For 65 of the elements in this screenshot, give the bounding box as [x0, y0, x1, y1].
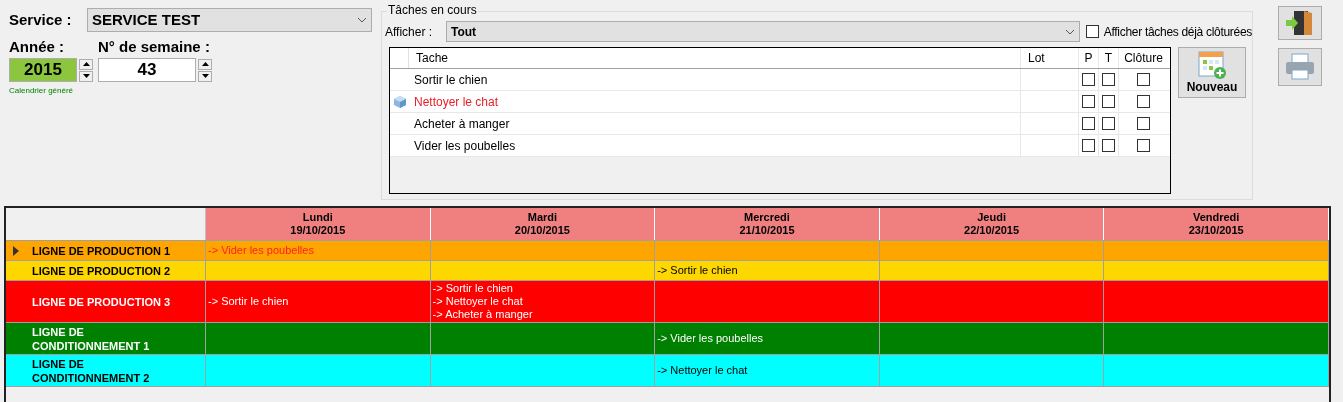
show-closed-label: Afficher tâches déjà clôturées	[1103, 23, 1252, 41]
column-header: T	[1098, 48, 1118, 68]
checkbox[interactable]	[1102, 139, 1115, 152]
task-cell-text: Acheter à manger	[413, 115, 511, 133]
row-label: LIGNE DE PRODUCTION 3	[31, 294, 172, 309]
week-field[interactable]: 43	[98, 58, 196, 82]
checkbox[interactable]	[1082, 95, 1095, 108]
new-button[interactable]: Nouveau	[1178, 47, 1246, 98]
filter-label: Afficher :	[385, 23, 434, 41]
chevron-down-icon	[1064, 28, 1075, 35]
row-label: LIGNE DE CONDITIONNEMENT 1	[31, 324, 151, 353]
status-text: Calendrier généré	[9, 85, 75, 97]
schedule-entry: -> Sortir le chien	[657, 264, 739, 277]
column-header: Clôture	[1118, 48, 1168, 68]
day-header: Vendredi 23/10/2015	[1104, 208, 1329, 240]
checkbox[interactable]	[1137, 73, 1150, 86]
schedule-entry: -> Sortir le chien	[432, 282, 514, 295]
show-closed-checkbox[interactable]	[1085, 25, 1099, 38]
day-header: Jeudi 22/10/2015	[879, 208, 1105, 240]
schedule-row[interactable]: LIGNE DE CONDITIONNEMENT 1 -> Vider les poubelles	[6, 322, 1329, 354]
printer-icon	[1284, 52, 1316, 82]
chevron-down-icon	[357, 17, 367, 23]
schedule-entry: -> Sortir le chien	[208, 295, 290, 308]
schedule-row[interactable]: LIGNE DE CONDITIONNEMENT 2 -> Nettoyer le chat	[6, 354, 1329, 386]
schedule-row[interactable]: LIGNE DE PRODUCTION 3 -> Sortir le chien -> Sortir le chien -> Nettoyer le chat -> Acheter à manger	[6, 280, 1329, 322]
day-header: Mardi 20/10/2015	[430, 208, 656, 240]
schedule-entry: -> Acheter à manger	[432, 308, 534, 321]
task-cell-text: Vider les poubelles	[413, 137, 517, 155]
checkbox[interactable]	[1082, 117, 1095, 130]
year-field[interactable]: 2015	[9, 58, 77, 82]
column-header: P	[1078, 48, 1098, 68]
spin-buttons[interactable]	[79, 58, 93, 82]
schedule-entry: -> Vider les poubelles	[208, 244, 315, 257]
checkbox[interactable]	[1082, 73, 1095, 86]
year-label: Année :	[9, 37, 65, 57]
row-label: LIGNE DE CONDITIONNEMENT 2	[31, 356, 151, 385]
schedule-row[interactable]: LIGNE DE PRODUCTION 2 -> Sortir le chien	[6, 260, 1329, 280]
exit-button[interactable]	[1278, 6, 1322, 40]
task-cell-text: Nettoyer le chat	[413, 93, 500, 111]
schedule-row[interactable]: LIGNE DE PRODUCTION 1 -> Vider les poubelles	[6, 240, 1329, 260]
schedule-entry: -> Nettoyer le chat	[432, 295, 524, 308]
row-label: LIGNE DE PRODUCTION 2	[31, 263, 172, 278]
checkbox[interactable]	[1102, 73, 1115, 86]
spin-buttons[interactable]	[198, 58, 212, 82]
group-title: Tâches en cours	[387, 3, 478, 17]
task-cell-text: Sortir le chien	[413, 71, 489, 89]
day-header: Mercredi 21/10/2015	[655, 208, 880, 240]
checkbox[interactable]	[1137, 139, 1150, 152]
schedule-entry: -> Vider les poubelles	[657, 332, 765, 345]
calendar-add-icon	[1197, 50, 1227, 80]
row-label: LIGNE DE PRODUCTION 1	[31, 243, 172, 258]
checkbox[interactable]	[1082, 139, 1095, 152]
filter-dropdown[interactable]: Tout	[446, 21, 1080, 42]
column-header: Tache	[415, 50, 450, 67]
column-header: Lot	[1020, 48, 1078, 68]
week-label: N° de semaine :	[98, 37, 211, 57]
checkbox[interactable]	[1137, 117, 1150, 130]
checkbox[interactable]	[1137, 95, 1150, 108]
row-pointer-icon	[13, 245, 19, 256]
checkbox[interactable]	[1102, 95, 1115, 108]
day-header: Lundi 19/10/2015	[206, 208, 431, 240]
schedule-entry: -> Nettoyer le chat	[657, 364, 749, 377]
service-label: Service :	[9, 9, 73, 30]
checkbox[interactable]	[1102, 117, 1115, 130]
service-dropdown[interactable]: SERVICE TEST	[87, 8, 372, 32]
